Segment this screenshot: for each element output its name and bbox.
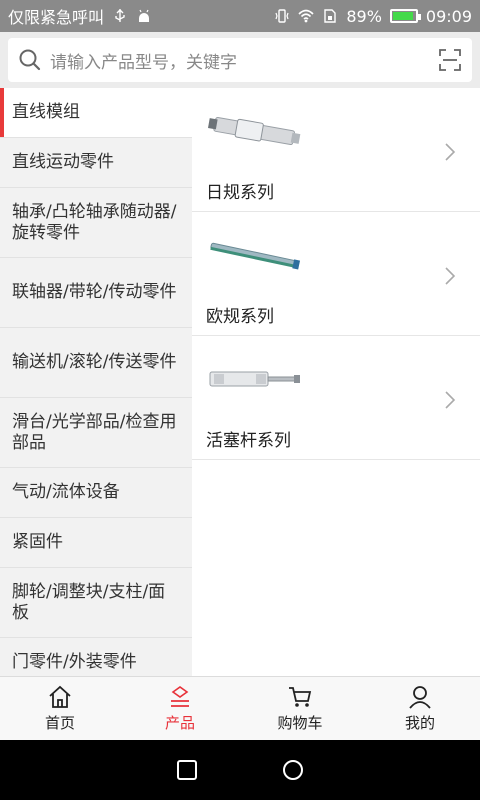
sidebar-item-linear-module[interactable]: 直线模组 <box>0 88 192 138</box>
product-name: 日规系列 <box>206 183 274 203</box>
sidebar-item-label: 直线运动零件 <box>12 152 114 172</box>
sim-icon <box>324 9 337 23</box>
sidebar-item-pneumatics[interactable]: 气动/流体设备 <box>0 468 192 518</box>
linear-rail-image <box>210 242 301 270</box>
sidebar-item-label: 门零件/外装零件 <box>12 652 137 672</box>
recents-button[interactable] <box>176 759 198 781</box>
sidebar-item-couplings[interactable]: 联轴器/带轮/传动零件 <box>0 258 192 328</box>
clock: 09:09 <box>425 6 472 26</box>
sidebar-item-label: 脚轮/调整块/支柱/面板 <box>12 581 166 623</box>
sidebar-item-label: 轴承/凸轮轴承随动器/旋转零件 <box>12 201 177 243</box>
vibrate-icon <box>275 9 289 23</box>
home-icon <box>49 685 71 708</box>
status-bar: 仅限紧急呼叫 89% 09:09 <box>0 0 480 32</box>
search-header: 请输入产品型号，关键字 <box>0 32 480 88</box>
product-list: 日规系列 欧规系列 活塞杆系列 <box>192 88 480 676</box>
sidebar-item-label: 紧固件 <box>12 532 63 552</box>
sidebar-item-fasteners[interactable]: 紧固件 <box>0 518 192 568</box>
bottom-tabbar: 首页 产品 购物车 我的 <box>0 676 480 740</box>
sidebar-item-label: 气动/流体设备 <box>12 482 120 502</box>
battery-fill <box>392 12 413 20</box>
tab-home[interactable]: 首页 <box>0 677 120 740</box>
sidebar-item-door-parts[interactable]: 门零件/外装零件 <box>0 638 192 676</box>
product-icon <box>171 686 189 707</box>
tab-product[interactable]: 产品 <box>120 677 240 740</box>
tab-label: 我的 <box>404 714 435 732</box>
sidebar-item-label: 输送机/滚轮/传送零件 <box>12 352 177 372</box>
system-nav-bar <box>0 740 480 800</box>
sidebar-item-label: 联轴器/带轮/传动零件 <box>12 282 177 302</box>
status-left: 仅限紧急呼叫 <box>8 4 274 28</box>
chevron-right-icon <box>445 143 456 161</box>
search-placeholder: 请输入产品型号，关键字 <box>50 52 237 73</box>
user-icon <box>409 686 431 709</box>
sidebar-item-casters[interactable]: 脚轮/调整块/支柱/面板 <box>0 568 192 638</box>
tab-label: 首页 <box>44 714 75 732</box>
battery-percent: 89% <box>346 6 382 26</box>
sidebar-item-conveyors[interactable]: 输送机/滚轮/传送零件 <box>0 328 192 398</box>
sidebar-item-linear-motion[interactable]: 直线运动零件 <box>0 138 192 188</box>
scan-icon[interactable] <box>438 48 462 72</box>
sidebar-item-bearings[interactable]: 轴承/凸轮轴承随动器/旋转零件 <box>0 188 192 258</box>
tab-label: 产品 <box>164 714 195 732</box>
search-icon <box>19 49 41 71</box>
piston-rod-image <box>209 371 300 387</box>
search-input[interactable]: 请输入产品型号，关键字 <box>8 38 472 82</box>
product-name: 活塞杆系列 <box>206 431 291 451</box>
tab-mine[interactable]: 我的 <box>360 677 480 740</box>
sidebar-item-label: 直线模组 <box>12 102 80 122</box>
battery-icon <box>389 9 421 23</box>
wifi-icon <box>298 9 314 23</box>
linear-module-image <box>208 116 301 146</box>
tab-cart[interactable]: 购物车 <box>240 677 360 740</box>
sidebar-item-stages[interactable]: 滑台/光学部品/检查用部品 <box>0 398 192 468</box>
chevron-right-icon <box>445 391 456 409</box>
product-item-piston[interactable]: 活塞杆系列 <box>192 336 480 460</box>
chevron-right-icon <box>445 267 456 285</box>
tab-label: 购物车 <box>277 714 323 732</box>
cart-icon <box>289 687 312 707</box>
sidebar-item-label: 滑台/光学部品/检查用部品 <box>12 411 177 453</box>
carrier-text: 仅限紧急呼叫 <box>8 8 105 27</box>
product-name: 欧规系列 <box>206 307 274 327</box>
product-item-euro[interactable]: 欧规系列 <box>192 212 480 336</box>
usb-icon <box>115 9 125 22</box>
product-item-jis[interactable]: 日规系列 <box>192 88 480 212</box>
home-button[interactable] <box>282 759 304 781</box>
android-debug-icon <box>139 9 150 22</box>
status-right: 89% 09:09 <box>274 7 472 26</box>
category-sidebar: 直线模组 直线运动零件 轴承/凸轮轴承随动器/旋转零件 联轴器/带轮/传动零件 … <box>0 88 192 676</box>
